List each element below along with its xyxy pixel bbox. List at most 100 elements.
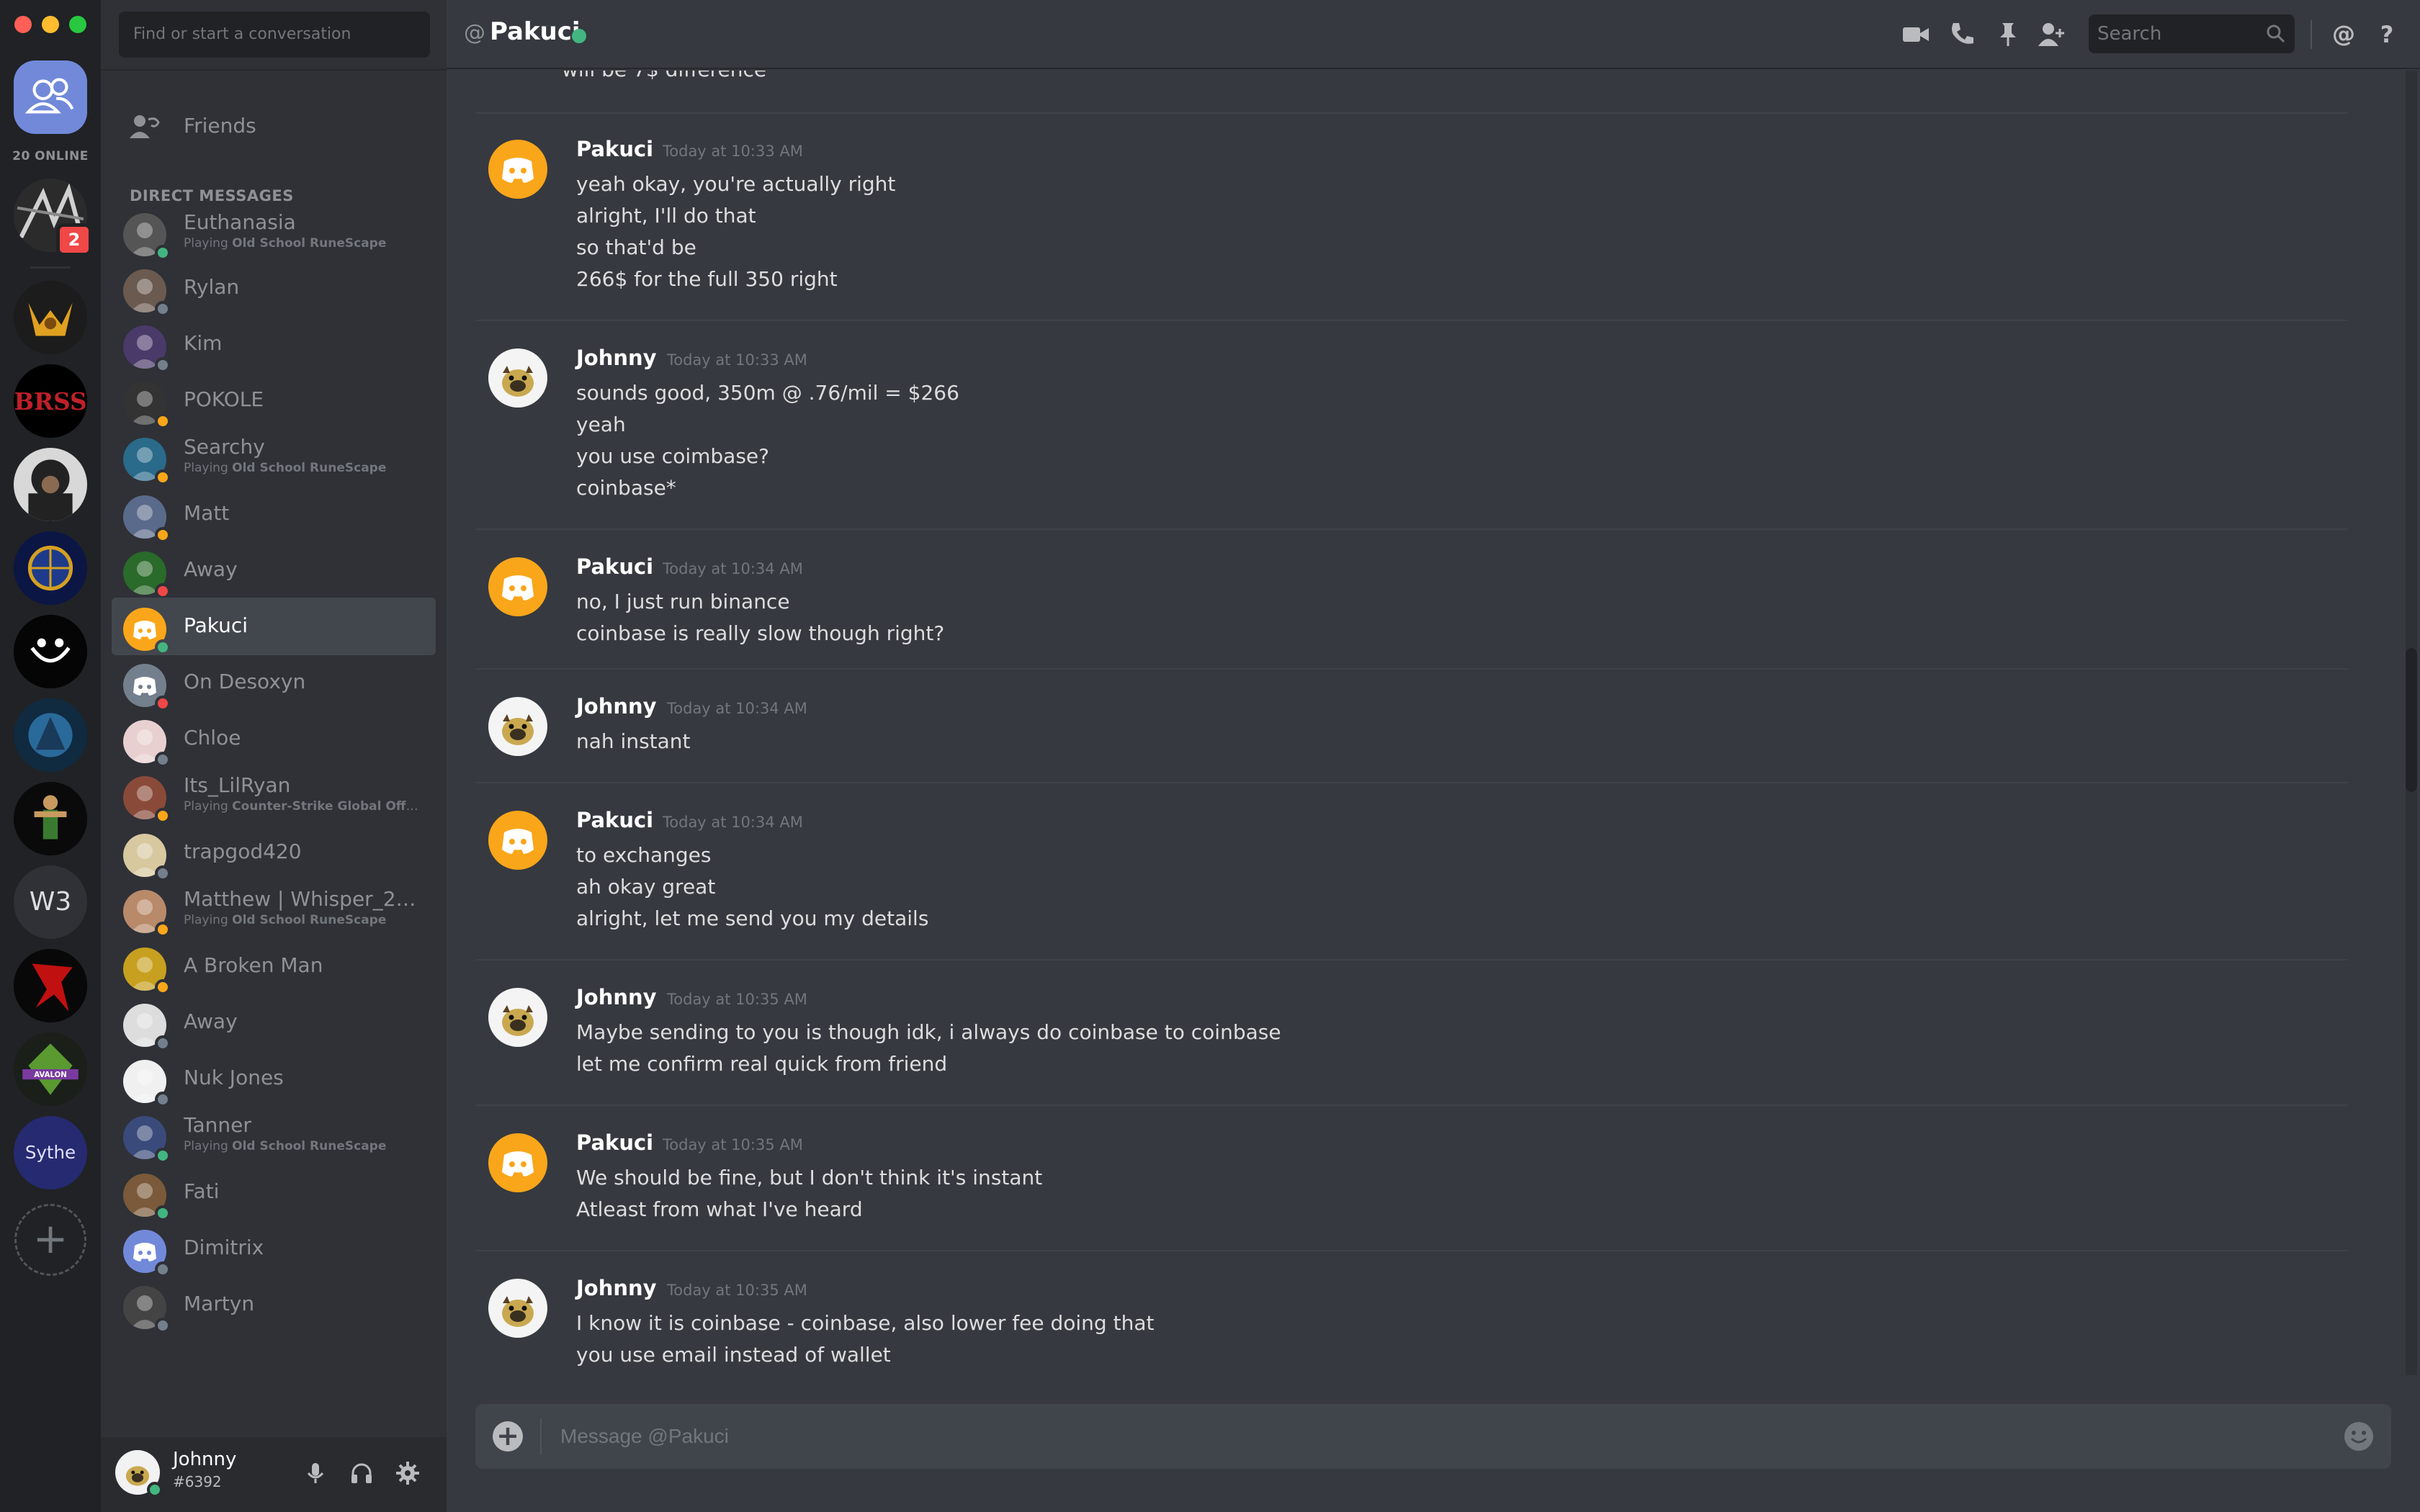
- message-author[interactable]: Pakuci: [576, 554, 653, 579]
- home-friends-button[interactable]: [14, 60, 87, 134]
- dm-item[interactable]: Searchy Playing Old School RuneScape: [112, 428, 436, 485]
- message-avatar[interactable]: [488, 811, 547, 870]
- help-icon[interactable]: ?: [2371, 19, 2403, 50]
- user-panel: Johnny #6392: [101, 1437, 447, 1512]
- settings-gear-icon[interactable]: [393, 1459, 422, 1488]
- message-timestamp: Today at 10:34 AM: [663, 560, 803, 577]
- window-minimize-button[interactable]: [42, 16, 59, 33]
- message-content: I know it is coinbase - coinbase, also l…: [576, 1308, 1154, 1371]
- message-search-input[interactable]: Search: [2089, 14, 2295, 53]
- friends-icon: [130, 115, 160, 138]
- status-dot: [155, 696, 171, 711]
- message-content: nah instant: [576, 726, 691, 757]
- server-icon-w3[interactable]: W3: [14, 865, 87, 939]
- dm-name: POKOLE: [184, 387, 264, 411]
- find-conversation-input[interactable]: Find or start a conversation: [119, 12, 430, 58]
- message-divider: [475, 1104, 2348, 1106]
- dm-sidebar: Find or start a conversation Friends DIR…: [101, 0, 447, 1512]
- message-scrollbar-thumb[interactable]: [2406, 648, 2417, 792]
- server-icon-4[interactable]: [14, 448, 87, 521]
- dm-item[interactable]: Away: [112, 994, 436, 1051]
- microphone-icon[interactable]: [301, 1459, 330, 1488]
- dm-item[interactable]: Rylan: [112, 259, 436, 317]
- server-icon-5[interactable]: [14, 531, 87, 605]
- window-close-button[interactable]: [14, 16, 32, 33]
- upload-attachment-button[interactable]: +: [493, 1421, 523, 1452]
- add-server-button[interactable]: +: [14, 1204, 86, 1276]
- dm-item[interactable]: Away: [112, 541, 436, 599]
- dm-name: Kim: [184, 331, 223, 355]
- server-icon-sythe[interactable]: Sythe: [14, 1116, 87, 1189]
- message-author[interactable]: Pakuci: [576, 1130, 653, 1155]
- message-avatar[interactable]: [488, 1133, 547, 1192]
- add-friend-to-dm-icon[interactable]: [2035, 19, 2067, 50]
- dm-activity: Playing Old School RuneScape: [184, 461, 421, 475]
- activity-prefix: Playing: [184, 799, 233, 814]
- message-avatar[interactable]: [488, 697, 547, 756]
- server-icon-8[interactable]: [14, 782, 87, 855]
- message-line: you use email instead of wallet: [576, 1343, 891, 1367]
- dm-item[interactable]: Chloe: [112, 710, 436, 768]
- message-avatar[interactable]: [488, 557, 547, 616]
- emoji-picker-icon[interactable]: [2342, 1420, 2375, 1453]
- message-author[interactable]: Johnny: [576, 985, 657, 1009]
- dm-item[interactable]: Nuk Jones: [112, 1050, 436, 1107]
- voice-call-icon[interactable]: [1946, 19, 1978, 50]
- message-line: Maybe sending to you is though idk, i al…: [576, 1020, 1281, 1044]
- dm-item[interactable]: Matt: [112, 485, 436, 543]
- dm-item[interactable]: Kim: [112, 315, 436, 373]
- status-dot: [155, 1148, 171, 1164]
- dm-item[interactable]: Tanner Playing Old School RuneScape: [112, 1106, 436, 1164]
- window-zoom-button[interactable]: [69, 16, 86, 33]
- video-call-icon[interactable]: [1900, 19, 1932, 50]
- message-avatar[interactable]: [488, 988, 547, 1047]
- message-line: Atleast from what I've heard: [576, 1197, 863, 1221]
- message-author[interactable]: Johnny: [576, 1276, 657, 1300]
- message-avatar[interactable]: [488, 140, 547, 199]
- discord-logo-icon: [488, 557, 547, 616]
- message-author[interactable]: Johnny: [576, 346, 657, 370]
- message-composer: +: [475, 1404, 2391, 1469]
- message-input[interactable]: [560, 1404, 2289, 1469]
- message-author[interactable]: Johnny: [576, 694, 657, 719]
- message-author[interactable]: Pakuci: [576, 808, 653, 832]
- dm-item[interactable]: Pakuci: [112, 598, 436, 655]
- server-icon-6[interactable]: [14, 615, 87, 688]
- dm-item[interactable]: On Desoxyn: [112, 654, 436, 711]
- dm-item[interactable]: POKOLE: [112, 372, 436, 429]
- discord-logo-icon: [488, 140, 547, 199]
- helmet-icon: [14, 281, 87, 354]
- pinned-messages-icon[interactable]: [1992, 19, 2024, 50]
- mentions-icon[interactable]: @: [2328, 19, 2360, 50]
- message-avatar[interactable]: [488, 348, 547, 408]
- activity-prefix: Playing: [184, 1139, 233, 1153]
- message-avatar[interactable]: [488, 1279, 547, 1338]
- message-list: will be 7$ difference Pakuci Today at 10:…: [447, 71, 2406, 1375]
- dm-item[interactable]: Matthew | Whisper_2_... Playing Old Schoo…: [112, 880, 436, 937]
- dm-item[interactable]: Fati: [112, 1164, 436, 1221]
- dm-item[interactable]: Dimitrix: [112, 1220, 436, 1277]
- dm-item[interactable]: Martyn: [112, 1276, 436, 1333]
- dm-item[interactable]: Euthanasia Playing Old School RuneScape: [112, 203, 436, 261]
- message-line: let me confirm real quick from friend: [576, 1052, 948, 1076]
- server-icon-2[interactable]: [14, 281, 87, 354]
- pug-avatar-icon: [488, 988, 547, 1047]
- message-author[interactable]: Pakuci: [576, 137, 653, 161]
- headphones-icon[interactable]: [347, 1459, 376, 1488]
- server-icon-10[interactable]: [14, 949, 87, 1022]
- dm-activity: Playing Old School RuneScape: [184, 1139, 421, 1153]
- dm-name: Searchy: [184, 435, 265, 459]
- dm-item[interactable]: Its_LilRyan Playing Counter-Strike Global…: [112, 766, 436, 824]
- chat-header: @ Pakuci Search @ ?: [447, 0, 2420, 69]
- dm-name: Away: [184, 1009, 238, 1033]
- dm-item[interactable]: trapgod420: [112, 824, 436, 881]
- server-icon-avalon[interactable]: AVALON: [14, 1032, 87, 1106]
- friends-nav-item[interactable]: Friends: [112, 105, 436, 150]
- dm-name: A Broken Man: [184, 953, 323, 977]
- pug-avatar-icon: [488, 1279, 547, 1338]
- server-icon-3[interactable]: BRSS: [14, 364, 87, 438]
- user-status-dot: [147, 1482, 163, 1498]
- server-icon-7[interactable]: [14, 698, 87, 772]
- dm-item[interactable]: A Broken Man: [112, 937, 436, 995]
- message-line: We should be fine, but I don't think it'…: [576, 1166, 1043, 1189]
